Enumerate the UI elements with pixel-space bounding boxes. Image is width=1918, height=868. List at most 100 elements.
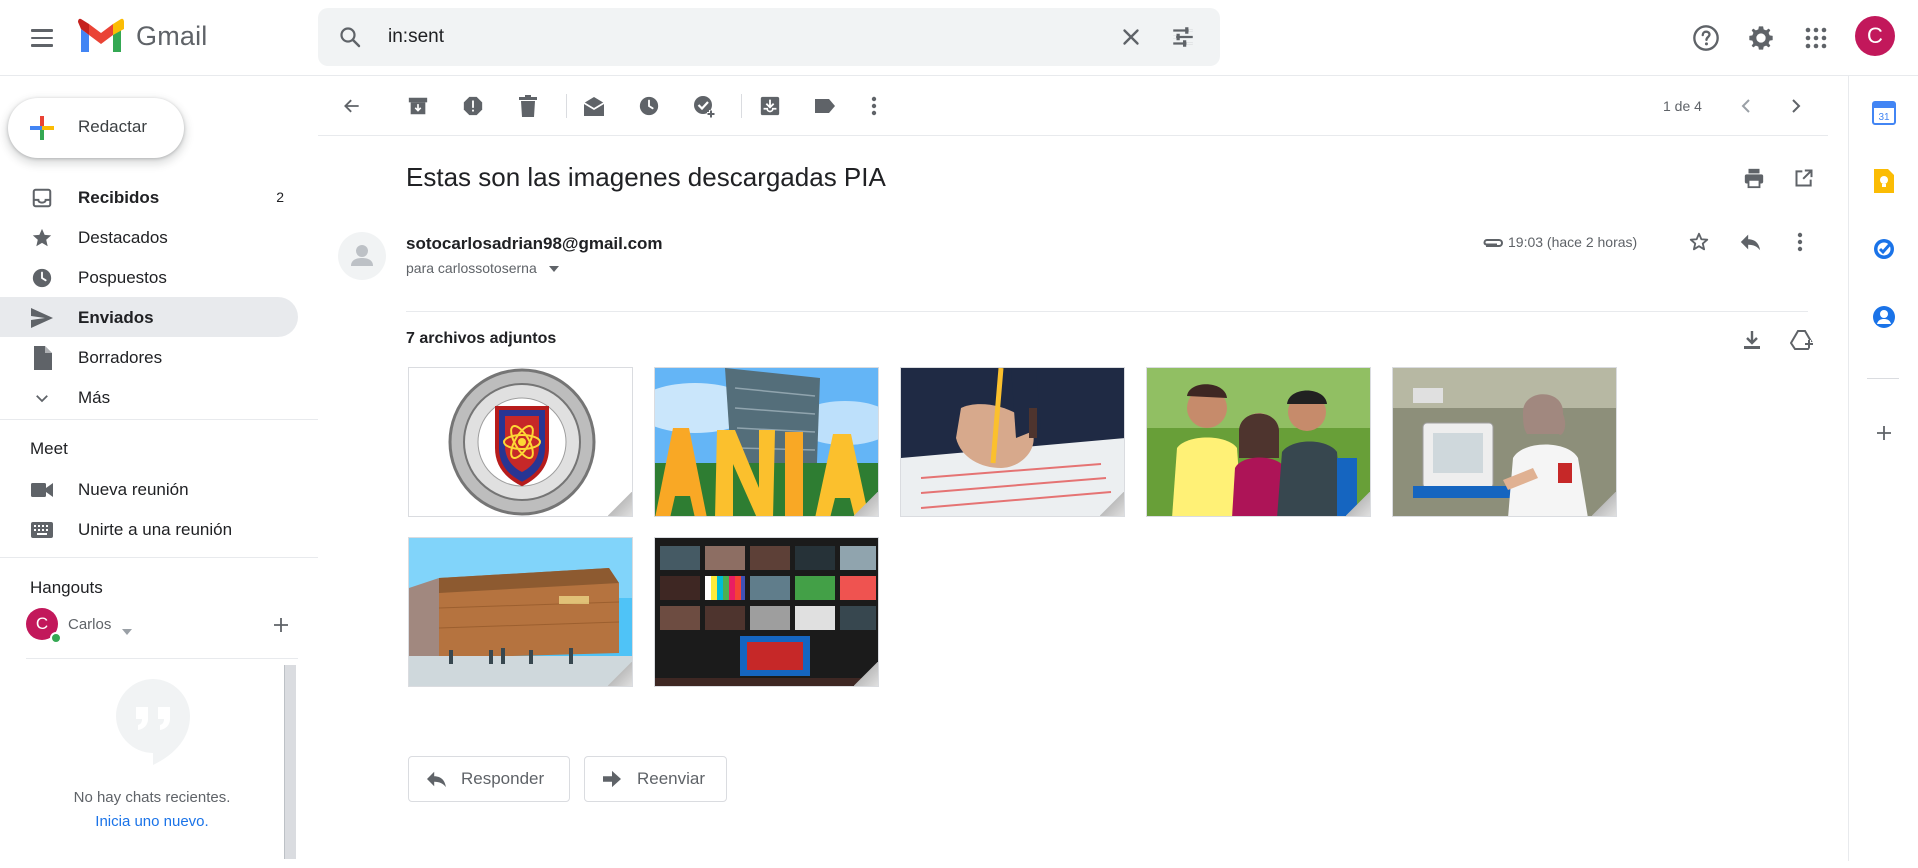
sidebar-item-inbox[interactable]: Recibidos 2 [0,177,298,217]
no-chats-text: No hay chats recientes. [73,789,231,806]
sidebar-item-label: Nueva reunión [78,480,189,499]
thumbnail-fold [854,662,878,686]
start-chat-link[interactable]: Inicia uno nuevo. [26,813,278,830]
report-spam-icon[interactable] [457,90,489,122]
attachment-thumbnail[interactable] [408,537,633,687]
thumbnail-fold [1100,492,1124,516]
gmail-logo[interactable]: Gmail [78,18,208,54]
reply-button[interactable]: Responder [408,756,570,802]
hangouts-user-name[interactable]: Carlos [68,616,111,633]
videocam-icon [30,478,54,502]
archive-icon[interactable] [402,90,434,122]
star-outline-icon[interactable] [1683,226,1715,258]
reply-icon [427,771,446,788]
sidebar-item-label: Pospuestos [78,268,167,287]
sender-email[interactable]: sotocarlosadrian98@gmail.com [406,234,663,254]
thumbnail-fold [1592,492,1616,516]
sidebar-item-label: Más [78,388,111,407]
meet-title: Meet [30,439,68,458]
older-chevron-right-icon[interactable] [1780,90,1812,122]
sidebar-item-label: Enviados [78,308,154,327]
inbox-icon [30,186,54,210]
chat-bubble-icon [116,679,190,765]
keyboard-icon [30,518,54,542]
snooze-clock-icon[interactable] [633,90,665,122]
gmail-m-icon [78,18,124,52]
attachment-thumbnail[interactable] [408,367,633,517]
move-to-icon[interactable] [754,90,786,122]
new-chat-plus-icon[interactable] [268,612,294,638]
chevron-down-icon [30,386,54,410]
attachment-thumbnail[interactable] [900,367,1125,517]
attachment-thumbnail[interactable] [654,537,879,687]
calendar-icon[interactable]: 31 [1871,100,1897,126]
apps-grid-icon[interactable] [1798,20,1834,56]
sender-avatar[interactable] [338,232,386,280]
label-icon[interactable] [809,90,841,122]
unread-count: 2 [276,189,284,205]
attachment-thumbnail[interactable] [1146,367,1371,517]
lab-worker-image [1393,368,1616,516]
sidebar-item-new-meeting[interactable]: Nueva reunión [0,469,298,509]
add-addon-plus-icon[interactable] [1871,420,1897,446]
keep-icon[interactable] [1871,168,1897,194]
sidebar-item-sent[interactable]: Enviados [0,297,298,337]
contacts-icon[interactable] [1871,304,1897,330]
sidebar-item-join-meeting[interactable]: Unirte a una reunión [0,509,298,549]
thumbnail-fold [608,662,632,686]
draft-icon [30,346,54,370]
tasks-icon[interactable] [1871,236,1897,262]
side-panel-rail: 31 [1848,76,1918,861]
compose-plus-icon [30,116,54,140]
sidebar-item-snoozed[interactable]: Pospuestos [0,257,298,297]
sidebar-item-label: Destacados [78,228,168,247]
search-options-icon[interactable] [1170,24,1196,55]
divider [1867,378,1899,379]
more-vertical-icon[interactable] [858,90,890,122]
university-seal-image [409,368,632,516]
hangouts-title: Hangouts [30,578,103,597]
newer-chevron-left-icon[interactable] [1730,90,1762,122]
mark-unread-icon[interactable] [578,90,610,122]
star-icon [30,226,54,250]
search-input[interactable]: in:sent [388,26,444,48]
recipient-details[interactable]: para carlossotoserna [406,260,559,276]
support-icon[interactable] [1688,20,1724,56]
settings-gear-icon[interactable] [1743,20,1779,56]
toolbar-separator [566,94,567,118]
reply-icon[interactable] [1734,226,1766,258]
download-all-icon[interactable] [1736,324,1768,356]
print-icon[interactable] [1738,162,1770,194]
back-arrow-icon[interactable] [336,90,368,122]
attachment-thumbnail[interactable] [1392,367,1617,517]
sidebar: Redactar Recibidos 2 Destacados Pospuest… [0,76,318,861]
search-bar[interactable]: in:sent [318,8,1220,66]
clear-search-icon[interactable] [1118,24,1144,55]
search-icon[interactable] [338,25,362,54]
open-new-window-icon[interactable] [1788,162,1820,194]
attachment-thumbnail[interactable] [654,367,879,517]
forward-label: Reenviar [637,769,706,788]
more-vertical-icon[interactable] [1784,226,1816,258]
save-to-drive-icon[interactable] [1786,324,1818,356]
students-image [1147,368,1370,516]
main-menu-icon[interactable] [22,18,62,58]
caret-down-icon[interactable] [122,622,132,640]
reply-label: Responder [461,769,545,788]
delete-trash-icon[interactable] [512,90,544,122]
person-icon [351,245,373,266]
thumbnail-fold [854,492,878,516]
chat-scrollbar[interactable] [284,665,296,859]
caret-down-icon[interactable] [548,266,559,273]
sidebar-item-drafts[interactable]: Borradores [0,337,298,377]
sidebar-item-label: Recibidos [78,188,160,207]
sidebar-item-starred[interactable]: Destacados [0,217,298,257]
sidebar-item-more[interactable]: Más [0,377,298,417]
message-view: 1 de 4 Estas son las imagenes descargada… [318,76,1828,861]
forward-button[interactable]: Reenviar [584,756,727,802]
compose-button[interactable]: Redactar [8,98,184,158]
add-to-tasks-icon[interactable] [688,90,720,122]
account-avatar[interactable]: C [1855,16,1895,56]
thumbnail-fold [1346,492,1370,516]
calendar-day: 31 [1878,112,1890,123]
